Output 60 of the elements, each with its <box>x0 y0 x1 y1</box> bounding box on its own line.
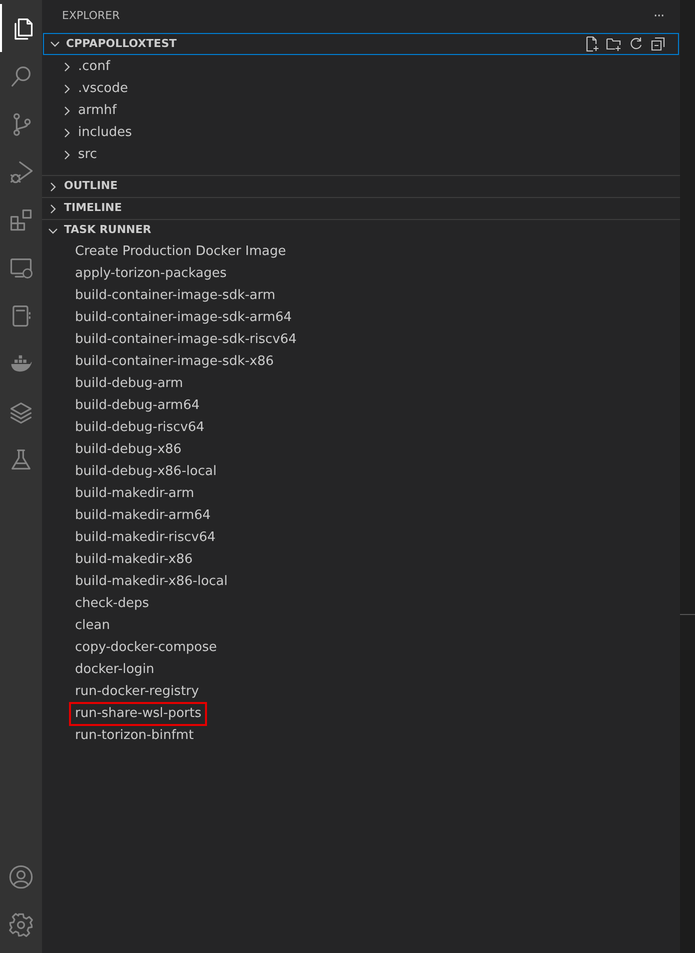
task-item[interactable]: build-debug-arm <box>70 373 188 395</box>
task-item[interactable]: Create Production Docker Image <box>70 241 291 263</box>
task-item[interactable]: build-debug-x86 <box>70 439 187 461</box>
task-item[interactable]: build-debug-arm64 <box>70 395 205 417</box>
task-item[interactable]: build-container-image-sdk-riscv64 <box>70 329 302 351</box>
more-actions[interactable]: ··· <box>654 6 664 26</box>
folder-row[interactable]: includes <box>42 122 680 144</box>
sidebar-title: EXPLORER <box>62 8 120 24</box>
extensions-icon[interactable] <box>8 207 34 233</box>
folder-row[interactable]: .vscode <box>42 78 680 100</box>
folder-name: armhf <box>78 102 117 120</box>
section-title: OUTLINE <box>64 178 119 194</box>
chevron-icon <box>48 226 58 236</box>
section-title: CPPAPOLLOXTEST <box>66 36 178 52</box>
task-item[interactable]: build-container-image-sdk-x86 <box>70 351 279 373</box>
chevron-icon <box>48 182 58 192</box>
chevron-icon <box>62 62 72 72</box>
task-item[interactable]: apply-torizon-packages <box>70 263 232 285</box>
chevron-icon <box>62 84 72 94</box>
gear-icon[interactable] <box>8 912 34 938</box>
task-item[interactable]: build-debug-riscv64 <box>70 417 210 439</box>
chevron-icon <box>50 39 60 49</box>
chevron-icon <box>62 128 72 138</box>
section-header[interactable]: TIMELINE <box>42 197 680 219</box>
chevron-icon <box>62 150 72 160</box>
task-item[interactable]: copy-docker-compose <box>70 637 222 659</box>
folder-row[interactable]: src <box>42 144 680 166</box>
task-item[interactable]: clean <box>70 615 115 637</box>
section-header[interactable]: TASK RUNNER <box>42 219 680 241</box>
new-folder-icon[interactable] <box>606 36 622 52</box>
chevron-icon <box>48 204 58 214</box>
folder-name: includes <box>78 124 132 142</box>
task-item[interactable]: check-deps <box>70 593 154 615</box>
task-item[interactable]: build-makedir-arm64 <box>70 505 216 527</box>
folder-row[interactable]: .conf <box>42 56 680 78</box>
chevron-icon <box>62 106 72 116</box>
task-item[interactable]: run-torizon-binfmt <box>70 725 199 747</box>
task-item[interactable]: build-debug-x86-local <box>70 461 222 483</box>
folder-row[interactable]: armhf <box>42 100 680 122</box>
collapse-all-icon[interactable] <box>650 36 666 52</box>
section-header[interactable]: OUTLINE <box>42 175 680 197</box>
folder-name: .vscode <box>78 80 128 98</box>
folder-name: .conf <box>78 58 110 76</box>
section-title: TASK RUNNER <box>64 222 152 238</box>
section-title: TIMELINE <box>64 200 123 216</box>
task-item[interactable]: docker-login <box>70 659 160 681</box>
task-item[interactable]: build-container-image-sdk-arm <box>70 285 280 307</box>
play-bug-icon[interactable] <box>8 159 34 185</box>
section-header[interactable]: CPPAPOLLOXTEST <box>43 33 679 55</box>
account-icon[interactable] <box>8 864 34 890</box>
task-item[interactable]: build-makedir-arm <box>70 483 200 505</box>
folder-name: src <box>78 146 97 164</box>
task-item[interactable]: build-makedir-x86 <box>70 549 198 571</box>
task-item[interactable]: build-container-image-sdk-arm64 <box>70 307 297 329</box>
refresh-icon[interactable] <box>628 36 644 52</box>
task-item[interactable]: build-makedir-riscv64 <box>70 527 221 549</box>
task-item[interactable]: run-share-wsl-ports <box>70 703 206 725</box>
task-item[interactable]: build-makedir-x86-local <box>70 571 233 593</box>
new-file-icon[interactable] <box>584 36 600 52</box>
task-item[interactable]: run-docker-registry <box>70 681 204 703</box>
